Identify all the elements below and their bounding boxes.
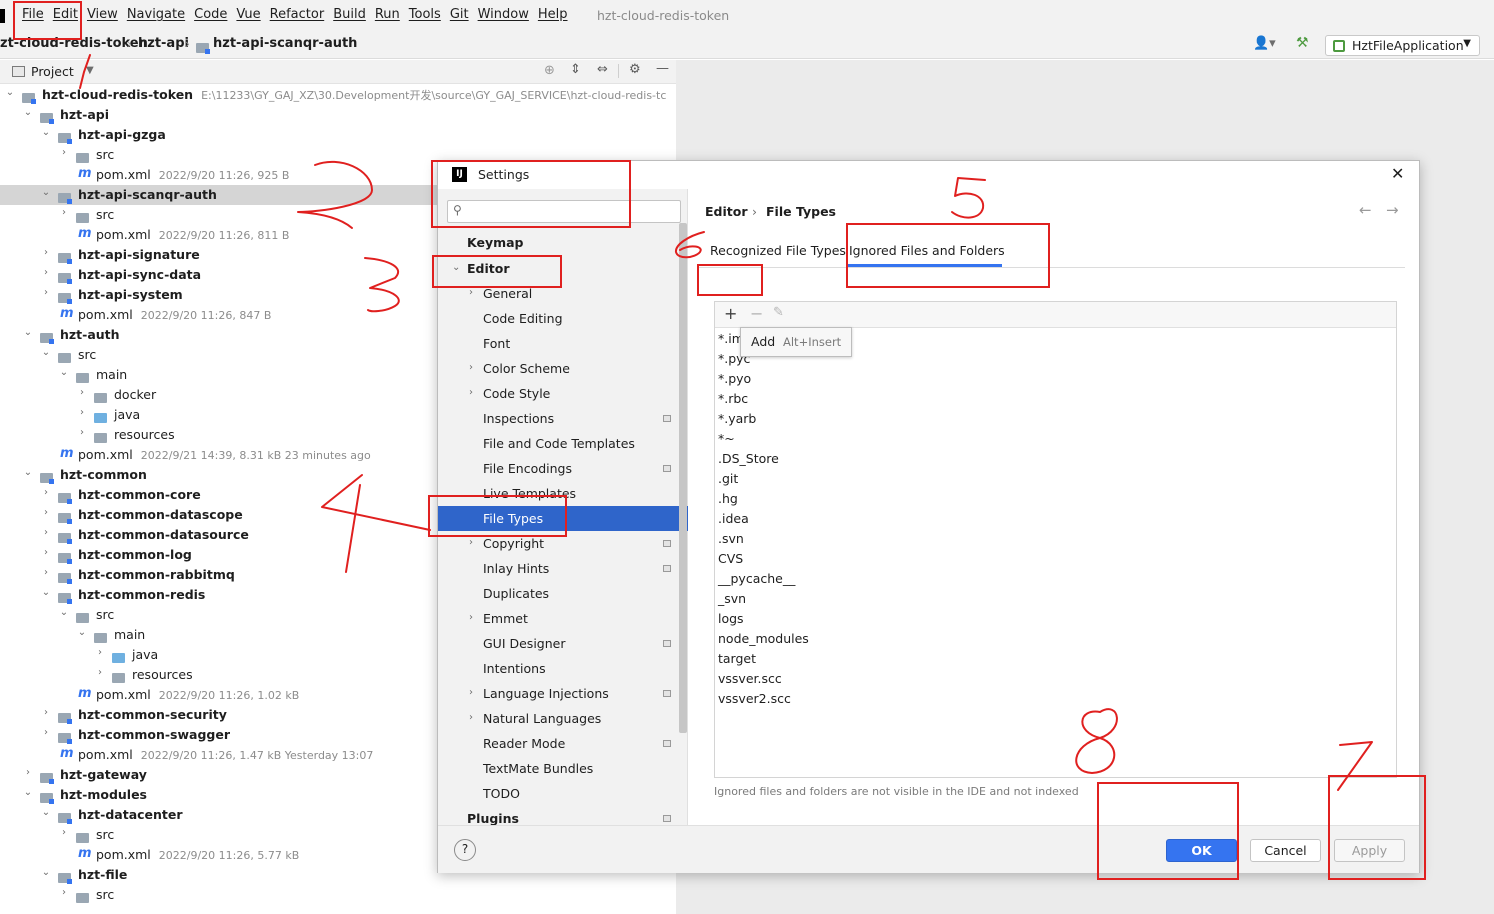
annotation-number-1 (79, 54, 91, 89)
annotation-number-4 (321, 474, 431, 573)
annotation-number-2 (297, 160, 373, 229)
handwritten-annotations (79, 54, 1373, 791)
annotation-number-5 (951, 177, 986, 219)
annotation-number-6 (675, 231, 705, 259)
annotation-number-7 (1337, 741, 1373, 791)
annotation-number-8 (1075, 708, 1118, 774)
annotation-number-3 (364, 257, 400, 313)
